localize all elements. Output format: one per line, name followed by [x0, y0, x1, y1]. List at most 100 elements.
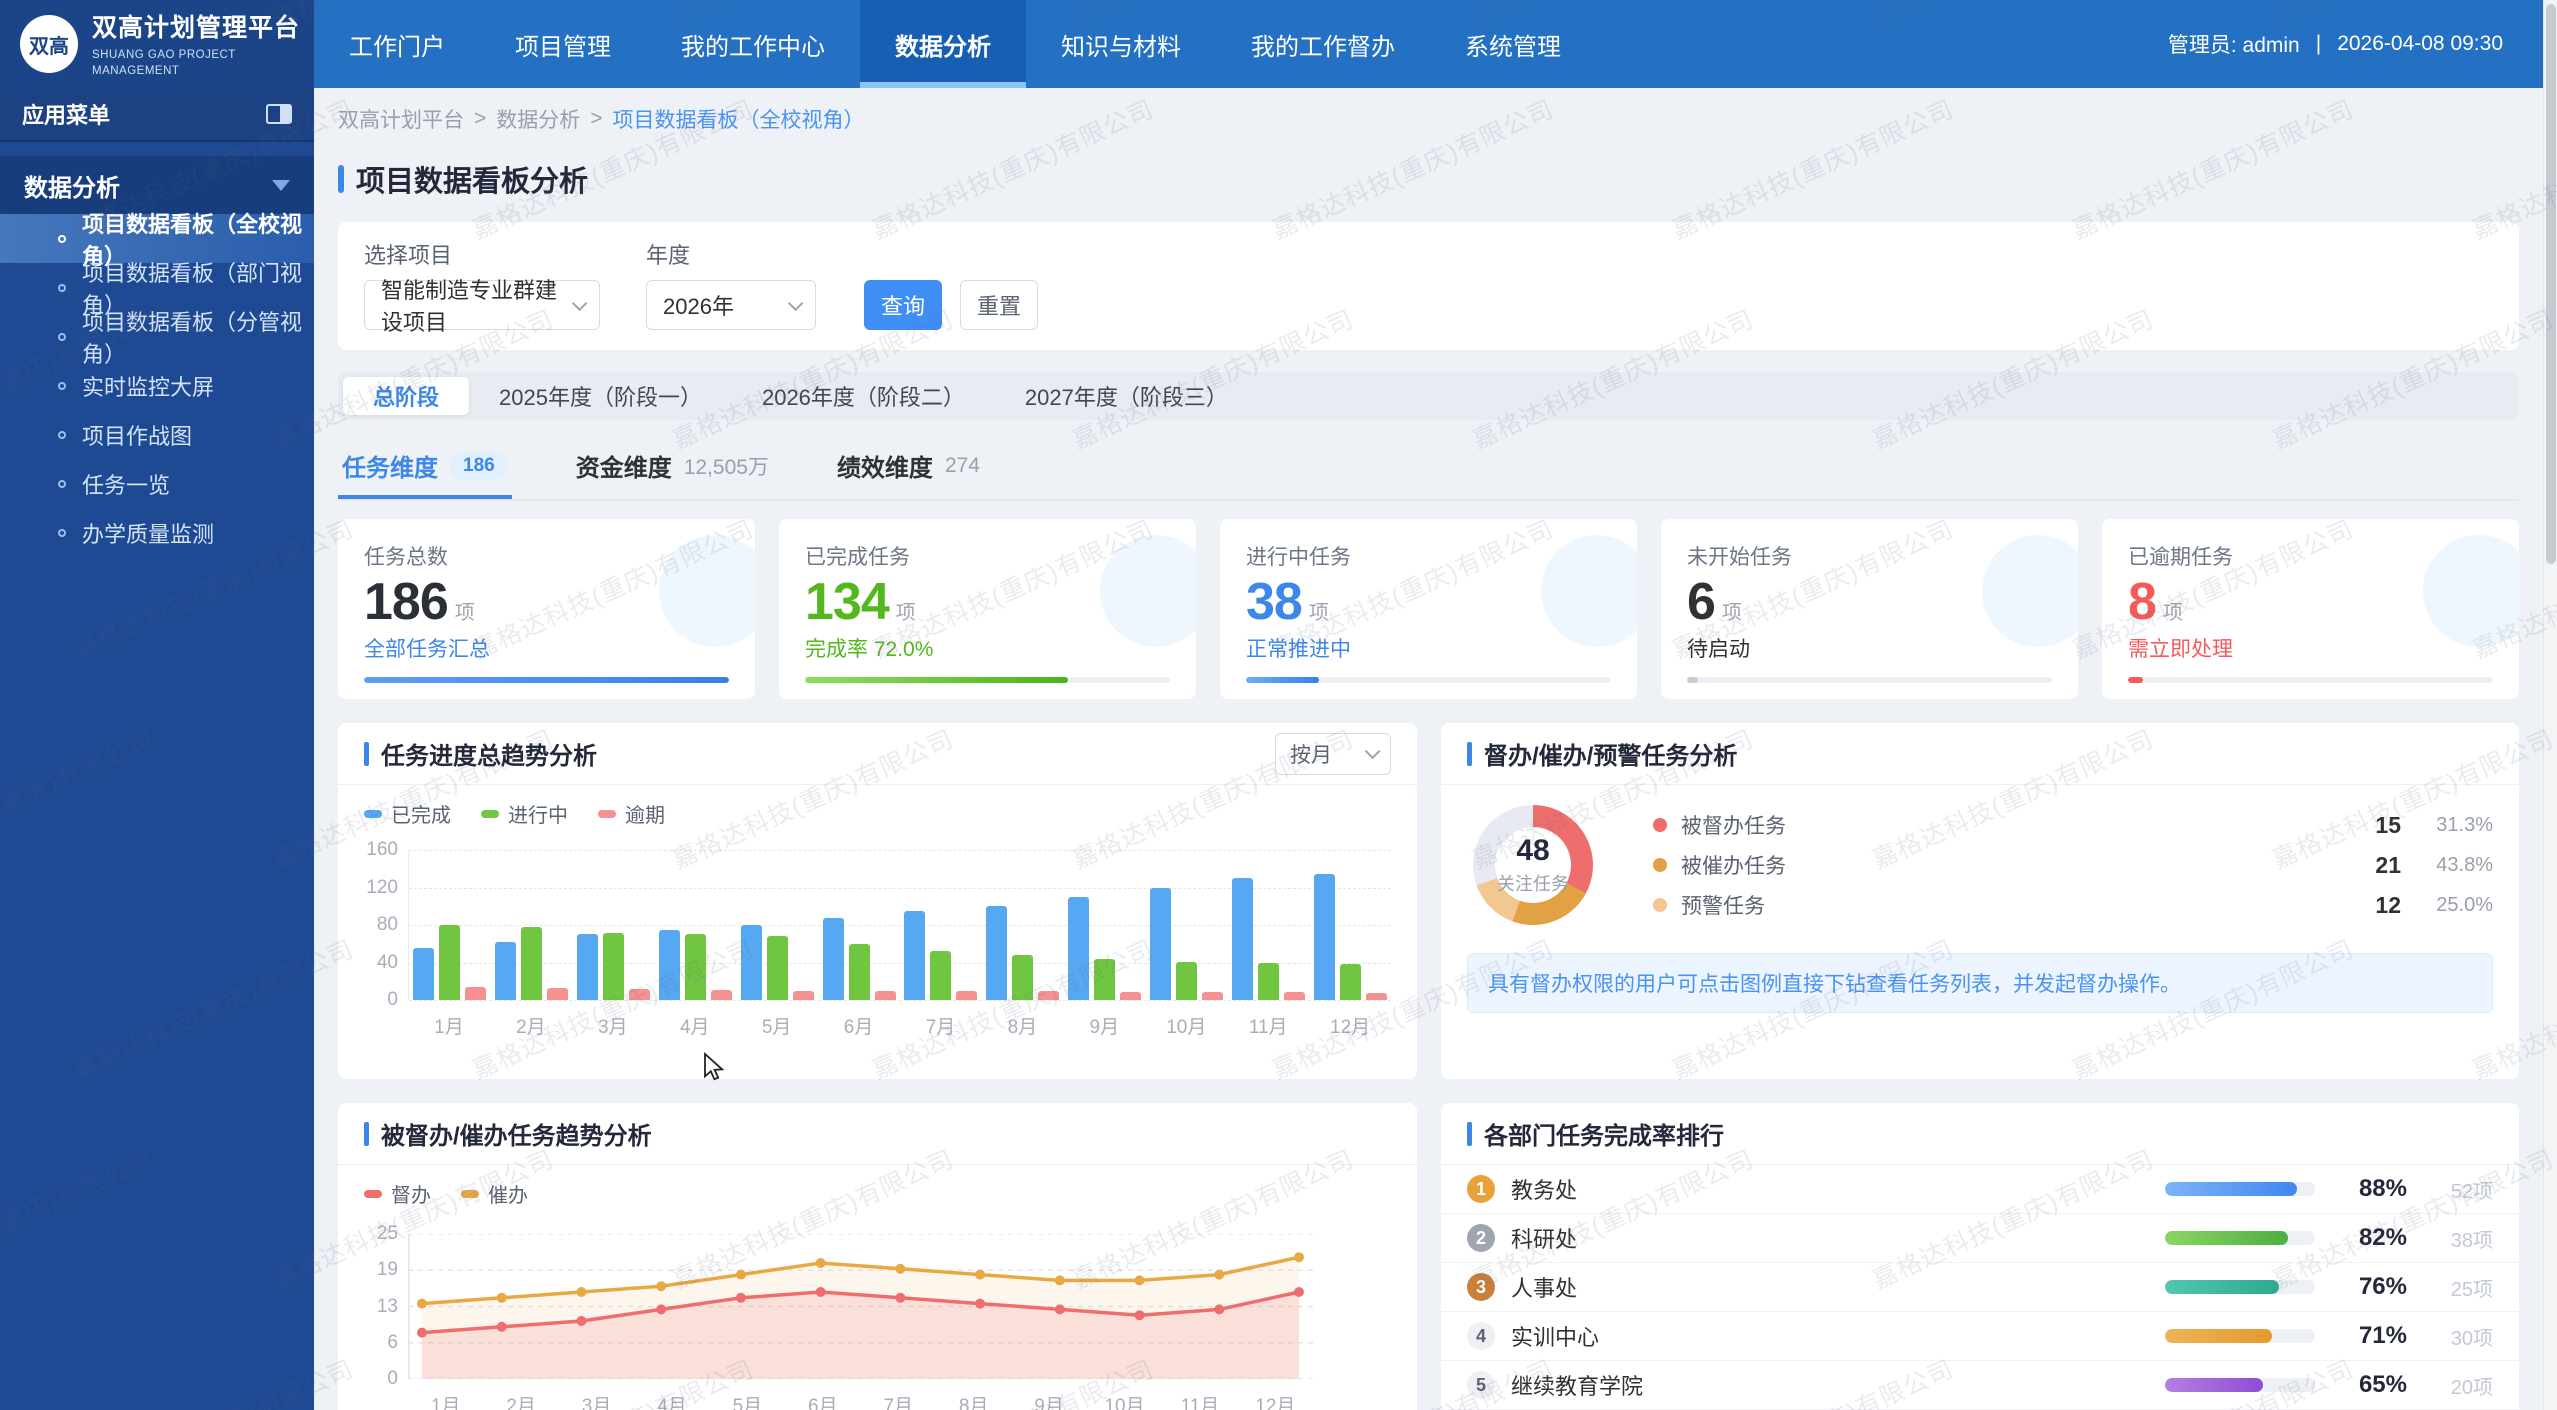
nav-item-4[interactable]: 数据分析 [860, 0, 1026, 88]
stat-card-content: 已逾期任务8项需立即处理点击下钻查看列表 [2128, 541, 2493, 699]
bar-逾期[interactable] [875, 991, 896, 1000]
bar-进行中[interactable] [685, 934, 706, 1000]
bar-已完成[interactable] [1232, 878, 1253, 1000]
app-subtitle-line2: MANAGEMENT [92, 64, 300, 80]
nav-item-2[interactable]: 项目管理 [480, 0, 646, 88]
legend-item-已完成[interactable]: 已完成 [364, 799, 451, 828]
sidebar-item-label: 项目数据看板（分管视角） [82, 305, 314, 369]
bar-逾期[interactable] [1038, 991, 1059, 1000]
period-select[interactable]: 按月 [1275, 733, 1391, 775]
stat-card-note[interactable]: 待启动 [1687, 633, 2052, 663]
bar-进行中[interactable] [849, 944, 870, 1000]
search-button[interactable]: 查询 [864, 280, 942, 330]
bar-已完成[interactable] [904, 911, 925, 1000]
bar-逾期[interactable] [793, 991, 814, 1000]
bar-已完成[interactable] [1314, 874, 1335, 1000]
breadcrumb-item-3[interactable]: 项目数据看板（全校视角） [613, 104, 865, 134]
stage-tab-2[interactable]: 2025年度（阶段一） [469, 377, 732, 415]
dept-name: 科研处 [1511, 1222, 1577, 1254]
bar-逾期[interactable] [465, 987, 486, 1000]
dimension-tab-1[interactable]: 任务维度186 [338, 438, 512, 499]
reset-button[interactable]: 重置 [960, 280, 1038, 330]
bar-逾期[interactable] [629, 989, 650, 1000]
bar-进行中[interactable] [1094, 959, 1115, 1000]
nav-item-7[interactable]: 系统管理 [1430, 0, 1596, 88]
bar-进行中[interactable] [521, 927, 542, 1000]
rank-progress-track [2165, 1231, 2315, 1245]
donut-legend-row-2[interactable]: 被催办任务2143.8% [1653, 845, 2493, 885]
y-tick-label: 0 [387, 1368, 398, 1390]
legend-item-进行中[interactable]: 进行中 [481, 799, 568, 828]
year-select[interactable]: 2026年 [646, 280, 816, 330]
breadcrumb-item-2[interactable]: 数据分析 [496, 104, 580, 134]
panel-accent-bar [1467, 742, 1472, 766]
stat-card-note[interactable]: 完成率 72.0% [805, 633, 1170, 663]
year-select-value: 2026年 [663, 289, 734, 321]
legend-item-督办[interactable]: 督办 [364, 1179, 431, 1208]
stat-card-2[interactable]: 已完成任务134项完成率 72.0%点击下钻查看列表 [779, 519, 1196, 699]
dimension-tab-badge: 274 [945, 454, 980, 478]
bar-进行中[interactable] [1012, 955, 1033, 1000]
bar-已完成[interactable] [823, 918, 844, 1001]
bar-进行中[interactable] [1258, 963, 1279, 1001]
bar-已完成[interactable] [577, 934, 598, 1000]
dimension-tabs: 任务维度186 资金维度12,505万绩效维度274 [338, 438, 2519, 501]
nav-item-3[interactable]: 我的工作中心 [646, 0, 860, 88]
sidebar-item-7[interactable]: 办学质量监测 [0, 508, 314, 557]
stat-card-5[interactable]: 已逾期任务8项需立即处理点击下钻查看列表 [2102, 519, 2519, 699]
stage-tab-3[interactable]: 2026年度（阶段二） [732, 377, 995, 415]
bar-进行中[interactable] [1176, 962, 1197, 1000]
dimension-tab-2[interactable]: 资金维度12,505万 [572, 438, 773, 499]
donut-legend-percent: 31.3% [2401, 814, 2493, 837]
stat-card-4[interactable]: 未开始任务6项待启动点击下钻查看列表 [1661, 519, 2078, 699]
sidebar-collapse-icon[interactable] [266, 104, 292, 124]
legend-item-催办[interactable]: 催办 [461, 1179, 528, 1208]
dimension-tab-3[interactable]: 绩效维度274 [833, 438, 984, 499]
stat-card-note[interactable]: 正常推进中 [1246, 633, 1611, 663]
breadcrumb-item-1[interactable]: 双高计划平台 [338, 104, 464, 134]
stat-card-3[interactable]: 进行中任务38项正常推进中点击下钻查看列表 [1220, 519, 1637, 699]
bar-进行中[interactable] [767, 936, 788, 1000]
sidebar-item-3[interactable]: 项目数据看板（分管视角） [0, 312, 314, 361]
task-trend-body: 已完成进行中逾期 16012080400 1月2月3月4月5月6月7月8月9月1… [338, 785, 1417, 1039]
sidebar-group-data-analysis[interactable]: 数据分析 [0, 156, 314, 214]
supervise-legend: 被督办任务1531.3%被催办任务2143.8%预警任务1225.0% [1653, 805, 2493, 925]
legend-item-逾期[interactable]: 逾期 [598, 799, 665, 828]
bar-已完成[interactable] [1150, 888, 1171, 1001]
bar-已完成[interactable] [1068, 897, 1089, 1000]
x-tick-label: 6月 [818, 1000, 900, 1039]
stat-card-1[interactable]: 任务总数186项全部任务汇总点击下钻查看列表 [338, 519, 755, 699]
stage-tab-4[interactable]: 2027年度（阶段三） [995, 377, 1258, 415]
bar-已完成[interactable] [659, 930, 680, 1000]
y-tick-label: 19 [377, 1259, 398, 1281]
bar-进行中[interactable] [930, 951, 951, 1000]
stat-card-note[interactable]: 全部任务汇总 [364, 633, 729, 663]
bar-逾期[interactable] [711, 990, 732, 1000]
donut-legend-row-1[interactable]: 被督办任务1531.3% [1653, 805, 2493, 845]
stage-tab-1[interactable]: 总阶段 [343, 377, 469, 415]
sidebar-item-5[interactable]: 项目作战图 [0, 410, 314, 459]
scrollbar-thumb[interactable] [2546, 4, 2556, 564]
bar-逾期[interactable] [1202, 992, 1223, 1000]
nav-item-5[interactable]: 知识与材料 [1026, 0, 1216, 88]
bar-逾期[interactable] [1366, 993, 1387, 1001]
bar-已完成[interactable] [741, 925, 762, 1000]
bar-进行中[interactable] [603, 933, 624, 1001]
donut-legend-row-3[interactable]: 预警任务1225.0% [1653, 885, 2493, 925]
bar-已完成[interactable] [495, 942, 516, 1000]
x-tick-label: 10月 [1087, 1379, 1162, 1410]
bar-逾期[interactable] [956, 991, 977, 1000]
bar-逾期[interactable] [547, 988, 568, 1000]
sidebar-item-6[interactable]: 任务一览 [0, 459, 314, 508]
stat-card-note[interactable]: 需立即处理 [2128, 633, 2493, 663]
bar-进行中[interactable] [1340, 964, 1361, 1000]
bar-逾期[interactable] [1284, 992, 1305, 1000]
bar-逾期[interactable] [1120, 992, 1141, 1000]
bar-已完成[interactable] [986, 906, 1007, 1000]
nav-item-1[interactable]: 工作门户 [314, 0, 480, 88]
bar-进行中[interactable] [439, 925, 460, 1000]
y-tick-label: 40 [377, 952, 398, 974]
bar-已完成[interactable] [413, 948, 434, 1000]
nav-item-6[interactable]: 我的工作督办 [1216, 0, 1430, 88]
project-select[interactable]: 智能制造专业群建设项目 [364, 280, 600, 330]
